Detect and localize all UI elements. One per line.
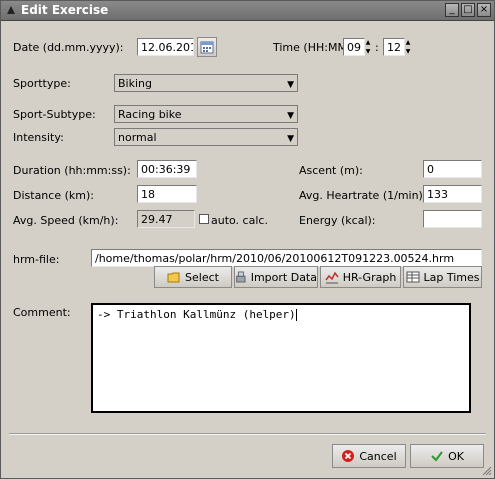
- distance-field[interactable]: 18: [137, 185, 197, 203]
- duration-field[interactable]: 00:36:39: [137, 160, 197, 178]
- subtype-label: Sport-Subtype:: [13, 108, 96, 121]
- import-icon: [236, 271, 246, 283]
- time-separator: :: [375, 41, 379, 54]
- subtype-select[interactable]: Racing bike ▼: [114, 105, 298, 123]
- intensity-select[interactable]: normal ▼: [114, 128, 298, 146]
- sporttype-select[interactable]: Biking ▼: [114, 74, 298, 92]
- lap-times-button[interactable]: Lap Times: [403, 266, 482, 288]
- minute-spin-arrows[interactable]: ▲ ▼: [404, 38, 412, 56]
- date-field[interactable]: 12.06.2010: [137, 38, 194, 56]
- auto-calc-checkbox[interactable]: [199, 214, 209, 224]
- close-button[interactable]: ×: [477, 3, 491, 17]
- calendar-button[interactable]: [197, 37, 217, 57]
- hrm-file-label: hrm-file:: [13, 253, 60, 266]
- hour-spinbox[interactable]: 09: [343, 38, 365, 56]
- sporttype-label: Sporttype:: [13, 77, 71, 90]
- import-data-button[interactable]: Import Data: [234, 266, 318, 288]
- hour-spin-arrows[interactable]: ▲ ▼: [364, 38, 372, 56]
- time-label: Time (HH:MM): [273, 41, 352, 54]
- close-icon: ×: [479, 4, 489, 15]
- title-bar[interactable]: Edit Exercise _ □ ×: [1, 1, 494, 21]
- hr-graph-label: HR-Graph: [342, 270, 397, 284]
- minimize-button[interactable]: _: [445, 3, 459, 17]
- spin-up-icon: ▲: [365, 39, 371, 46]
- duration-label: Duration (hh:mm:ss):: [13, 164, 131, 177]
- dropdown-arrow-icon: ▼: [287, 80, 294, 90]
- avgspeed-label: Avg. Speed (km/h):: [13, 214, 119, 227]
- intensity-value: normal: [118, 131, 157, 144]
- subtype-value: Racing bike: [118, 108, 182, 121]
- folder-icon: [167, 272, 180, 283]
- resize-grip-icon[interactable]: [482, 466, 492, 476]
- ascent-field[interactable]: 0: [423, 160, 482, 178]
- energy-label: Energy (kcal):: [299, 214, 376, 227]
- select-button[interactable]: Select: [154, 266, 232, 288]
- comment-text: -> Triathlon Kallmünz (helper): [97, 308, 296, 321]
- table-icon: [406, 271, 419, 283]
- avgspeed-field[interactable]: 29.47: [137, 210, 195, 228]
- import-data-label: Import Data: [250, 270, 317, 284]
- maximize-button[interactable]: □: [461, 3, 475, 17]
- spin-up-icon: ▲: [405, 39, 411, 46]
- edit-exercise-window: Edit Exercise _ □ × Date (dd.mm.yyyy): 1…: [0, 0, 495, 479]
- hrm-file-field[interactable]: /home/thomas/polar/hrm/2010/06/20100612T…: [91, 249, 482, 267]
- calendar-icon: [200, 41, 214, 54]
- graph-icon: [325, 271, 339, 284]
- minimize-icon: _: [449, 4, 455, 15]
- select-label: Select: [185, 270, 219, 284]
- intensity-label: Intensity:: [13, 131, 64, 144]
- dropdown-arrow-icon: ▼: [287, 111, 294, 121]
- sporttype-value: Biking: [118, 77, 152, 90]
- auto-calc-label: auto. calc.: [211, 214, 268, 227]
- app-icon: [7, 6, 15, 14]
- ascent-label: Ascent (m):: [299, 164, 363, 177]
- comment-label: Comment:: [13, 306, 71, 319]
- energy-field[interactable]: [423, 210, 482, 228]
- date-label: Date (dd.mm.yyyy):: [13, 41, 124, 54]
- hr-graph-button[interactable]: HR-Graph: [320, 266, 401, 288]
- cancel-label: Cancel: [359, 449, 397, 463]
- cancel-icon: [342, 450, 355, 462]
- lap-times-label: Lap Times: [423, 270, 480, 284]
- maximize-icon: □: [463, 4, 473, 15]
- ok-button[interactable]: OK: [410, 444, 484, 468]
- ok-label: OK: [448, 449, 464, 463]
- dropdown-arrow-icon: ▼: [287, 134, 294, 144]
- comment-textarea[interactable]: -> Triathlon Kallmünz (helper): [91, 303, 471, 413]
- minute-spinbox[interactable]: 12: [383, 38, 405, 56]
- window-title: Edit Exercise: [21, 3, 109, 17]
- check-icon: [431, 451, 443, 462]
- footer-divider: [9, 433, 486, 435]
- distance-label: Distance (km):: [13, 189, 94, 202]
- spin-down-icon: ▼: [405, 48, 411, 55]
- heartrate-label: Avg. Heartrate (1/min):: [299, 189, 427, 202]
- cancel-button[interactable]: Cancel: [332, 444, 406, 468]
- text-caret: [295, 309, 297, 321]
- spin-down-icon: ▼: [365, 48, 371, 55]
- heartrate-field[interactable]: 133: [423, 185, 482, 203]
